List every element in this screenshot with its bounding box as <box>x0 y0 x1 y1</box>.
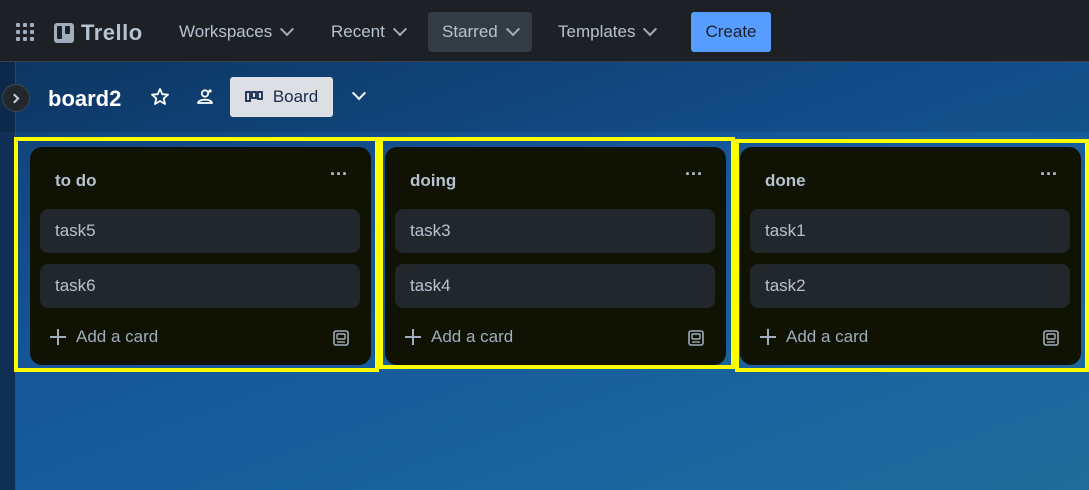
chevron-down-icon <box>505 22 520 37</box>
card[interactable]: task1 <box>750 209 1070 253</box>
list-doing: doing ··· task3 task4 Add a card <box>385 147 726 365</box>
logo-text: Trello <box>81 20 143 45</box>
list-to-do: to do ··· task5 task6 Add a card <box>30 147 371 365</box>
more-icon[interactable]: ··· <box>682 165 706 185</box>
card-template-icon[interactable] <box>1041 328 1061 348</box>
chevron-right-icon <box>9 93 20 103</box>
add-card-button[interactable]: Add a card <box>405 327 513 347</box>
star-board-button[interactable] <box>145 82 175 112</box>
nav-workspaces[interactable]: Workspaces <box>165 12 306 52</box>
nav-recent[interactable]: Recent <box>317 12 419 52</box>
trello-logo-icon <box>54 23 74 43</box>
nav-starred[interactable]: Starred <box>428 12 532 52</box>
nav-recent-label: Recent <box>331 22 385 41</box>
chevron-down-icon <box>643 22 658 37</box>
nav-templates-label: Templates <box>558 22 636 41</box>
card-template-icon[interactable] <box>331 328 351 348</box>
plus-icon <box>50 329 66 345</box>
board-view-icon <box>244 91 263 102</box>
card[interactable]: task4 <box>395 264 715 308</box>
add-card-label: Add a card <box>786 327 869 346</box>
chevron-down-icon <box>392 22 407 37</box>
apps-grid-icon[interactable] <box>14 21 36 43</box>
board-view-button[interactable]: Board <box>230 77 333 117</box>
chevron-down-icon <box>280 22 295 37</box>
top-nav-bar: Trello Workspaces Recent Starred Templat… <box>0 0 1089 62</box>
chevron-down-icon <box>351 86 367 101</box>
more-icon[interactable]: ··· <box>1037 165 1061 185</box>
more-icon[interactable]: ··· <box>327 165 351 185</box>
list-title[interactable]: doing <box>410 171 456 191</box>
add-card-label: Add a card <box>431 327 514 346</box>
workspace-visibility-icon <box>197 89 213 104</box>
card[interactable]: task5 <box>40 209 360 253</box>
list-done: done ··· task1 task2 Add a card <box>740 147 1081 365</box>
nav-templates[interactable]: Templates <box>544 12 669 52</box>
visibility-button[interactable] <box>190 82 220 112</box>
nav-workspaces-label: Workspaces <box>179 22 273 41</box>
board-title[interactable]: board2 <box>48 86 121 112</box>
plus-icon <box>760 329 776 345</box>
add-card-button[interactable]: Add a card <box>50 327 158 347</box>
view-switcher-button[interactable] <box>345 82 373 110</box>
trello-app: Trello Workspaces Recent Starred Templat… <box>0 0 1089 490</box>
card[interactable]: task3 <box>395 209 715 253</box>
star-icon <box>151 88 169 105</box>
card[interactable]: task6 <box>40 264 360 308</box>
add-card-label: Add a card <box>76 327 159 346</box>
trello-logo[interactable]: Trello <box>54 20 143 46</box>
board-view-label: Board <box>272 87 319 106</box>
add-card-button[interactable]: Add a card <box>760 327 868 347</box>
create-button[interactable]: Create <box>691 12 771 52</box>
card-template-icon[interactable] <box>686 328 706 348</box>
list-title[interactable]: done <box>765 171 806 191</box>
plus-icon <box>405 329 421 345</box>
card[interactable]: task2 <box>750 264 1070 308</box>
list-title[interactable]: to do <box>55 171 97 191</box>
expand-sidebar-button[interactable] <box>2 84 30 112</box>
board-canvas: board2 Board to do ··· task5 task6 Add a… <box>0 62 1089 490</box>
nav-starred-label: Starred <box>442 22 498 41</box>
